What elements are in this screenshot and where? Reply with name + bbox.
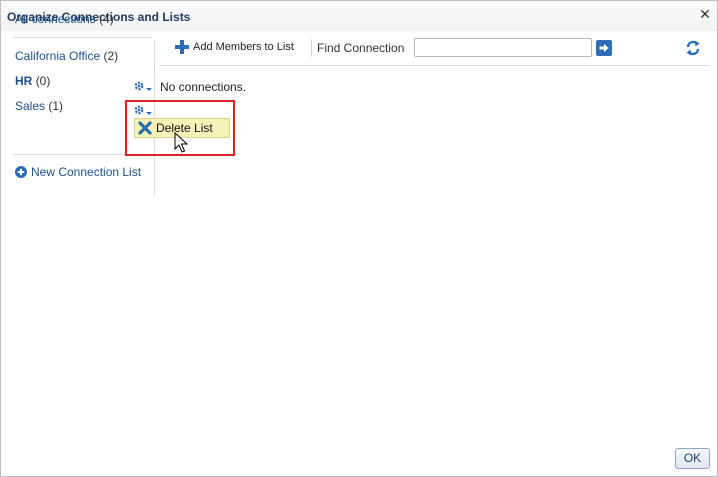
find-connection-label: Find Connection: [317, 41, 405, 55]
toolbar-divider: [311, 39, 312, 57]
toolbar: Add Members to List Find Connection: [159, 31, 711, 65]
sidebar-item-sales[interactable]: Sales (1): [15, 99, 63, 113]
plus-circle-icon: [15, 166, 27, 178]
arrow-right-icon[interactable]: [596, 40, 612, 56]
sidebar-item-count: (1): [48, 99, 64, 113]
sidebar-item-label[interactable]: Sales: [15, 99, 45, 113]
delete-x-icon: [138, 121, 152, 135]
add-members-button[interactable]: Add Members to List: [175, 40, 294, 54]
new-connection-list-button[interactable]: New Connection List: [15, 165, 141, 179]
sidebar-item-label[interactable]: HR: [15, 74, 32, 88]
refresh-icon[interactable]: [685, 39, 701, 57]
close-icon[interactable]: ✕: [698, 7, 712, 21]
all-connections-count: (4): [99, 12, 114, 26]
all-connections-label[interactable]: All connections: [15, 12, 96, 26]
organize-connections-dialog: Organize Connections and Lists ✕ All con…: [0, 0, 718, 477]
mouse-pointer-icon: [174, 131, 189, 154]
new-connection-list-label[interactable]: New Connection List: [31, 165, 141, 179]
toolbar-divider-line: [159, 65, 710, 66]
sidebar-item-count: (0): [35, 74, 51, 88]
empty-message: No connections.: [160, 80, 247, 94]
sidebar-divider: [13, 37, 151, 38]
sidebar-item-california-office[interactable]: California Office (2): [15, 49, 118, 63]
gear-menu-icon[interactable]: [133, 80, 153, 94]
ok-button[interactable]: OK: [675, 448, 710, 469]
all-connections-link[interactable]: All connections (4): [15, 12, 114, 26]
sidebar-item-hr[interactable]: HR (0): [15, 74, 50, 88]
find-connection-input[interactable]: [414, 38, 592, 57]
add-members-label: Add Members to List: [193, 41, 294, 53]
sidebar-item-count: (2): [103, 49, 119, 63]
sidebar-item-label[interactable]: California Office: [15, 49, 100, 63]
plus-icon: [175, 40, 189, 54]
